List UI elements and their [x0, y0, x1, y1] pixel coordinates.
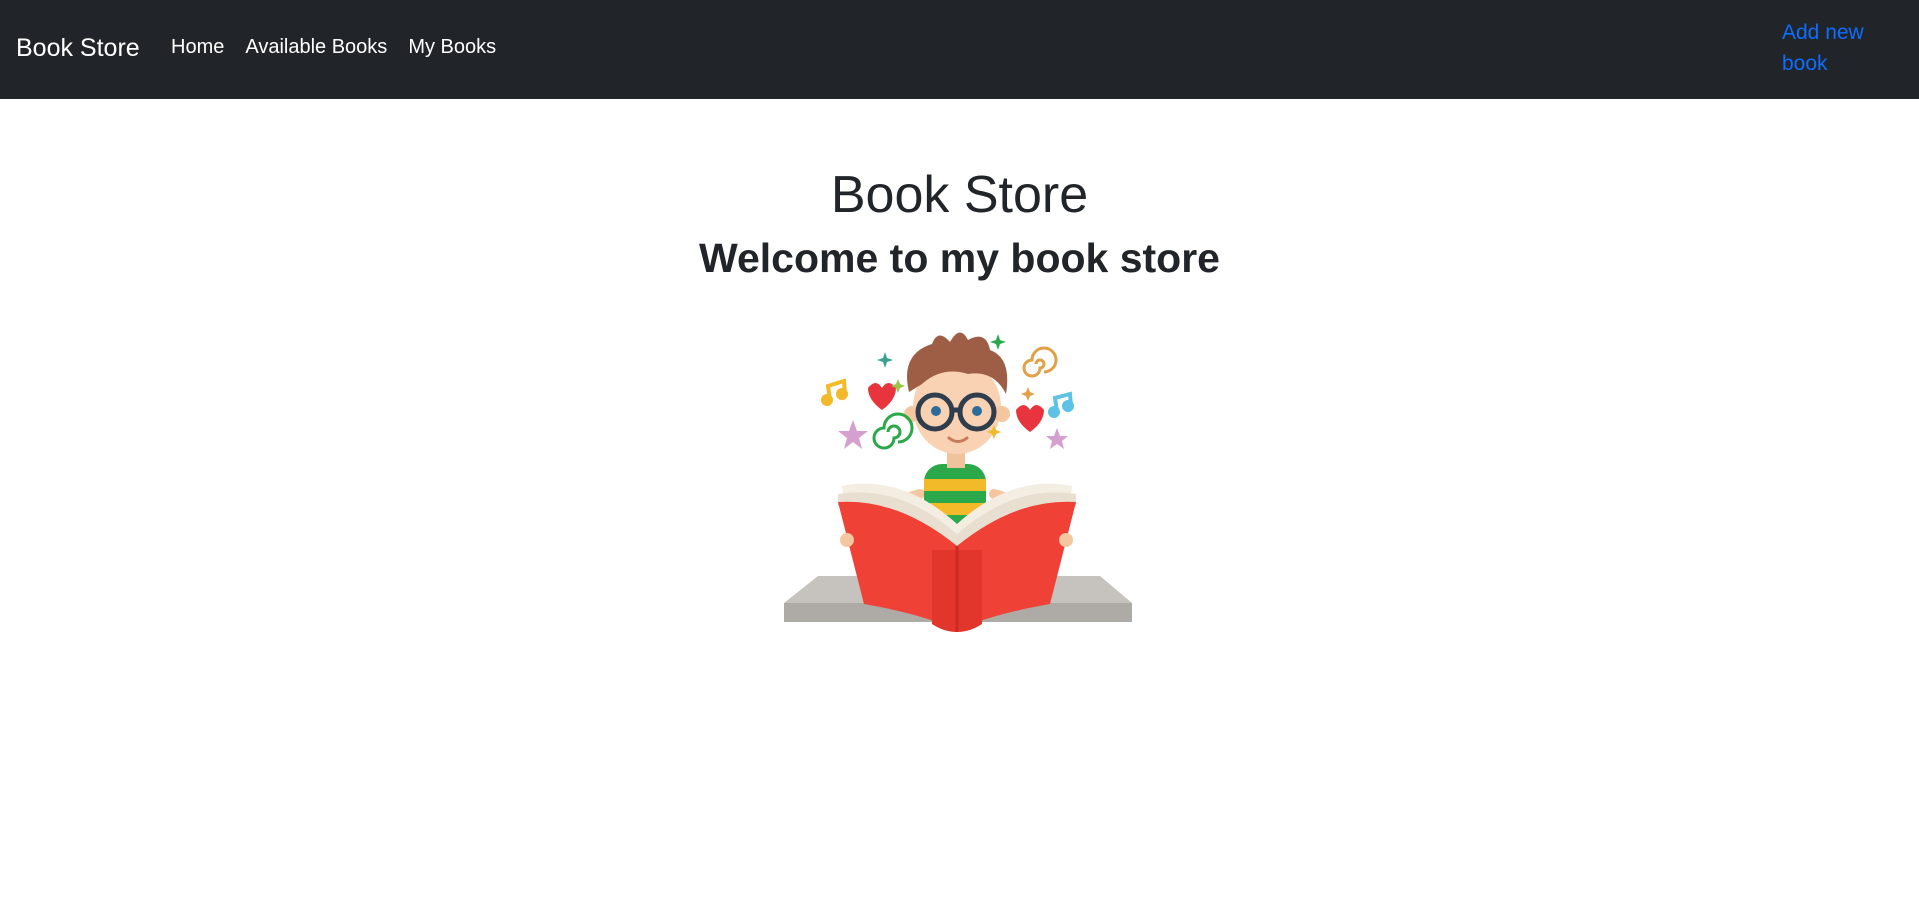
nav-link-home[interactable]: Home — [171, 33, 224, 61]
top-navbar: Book Store Home Available Books My Books… — [0, 0, 1919, 99]
music-note-icon — [821, 378, 848, 406]
nav-link-my-books[interactable]: My Books — [408, 33, 496, 61]
add-new-book-link[interactable]: Add new book — [1782, 17, 1882, 79]
heart-icon — [1016, 405, 1044, 432]
brand-link[interactable]: Book Store — [16, 31, 140, 65]
heart-icon — [868, 383, 896, 410]
music-note-icon — [1048, 391, 1074, 418]
page-title: Book Store — [830, 166, 1089, 224]
boy-reading-book-illustration — [784, 332, 1132, 632]
nav-links: Home Available Books My Books — [171, 33, 517, 61]
star-icon — [1046, 428, 1068, 449]
star-icon — [838, 420, 868, 449]
swirl-icon — [1022, 346, 1058, 378]
nav-link-available-books[interactable]: Available Books — [245, 33, 387, 61]
welcome-heading: Welcome to my book store — [699, 235, 1220, 281]
